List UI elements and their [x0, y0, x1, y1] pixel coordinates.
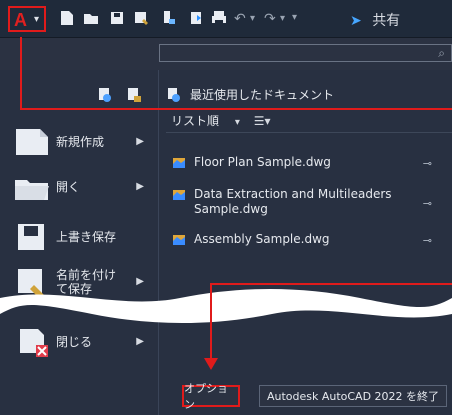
- save-large-icon: [12, 220, 56, 254]
- dwg-file-icon: [173, 190, 185, 200]
- undo-dropdown-icon[interactable]: ▾: [250, 13, 255, 24]
- menu-item-new[interactable]: 新規作成 ▶: [12, 125, 152, 159]
- panel-tabs: [96, 86, 143, 108]
- close-document-icon: [12, 325, 56, 359]
- search-input[interactable]: [160, 45, 434, 63]
- annotation-line: [20, 37, 22, 110]
- chevron-right-icon: ▶: [136, 181, 144, 192]
- recent-documents-icon: [168, 87, 180, 102]
- recent-file-name: Assembly Sample.dwg: [194, 232, 330, 246]
- menu-item-label: 上書き保存: [56, 230, 117, 244]
- chevron-right-icon: ▶: [136, 136, 144, 147]
- sort-controls: リスト順 ▾ ☰▾: [171, 112, 270, 129]
- screenshot-break-wave: [0, 289, 452, 323]
- share-label: 共有: [372, 13, 401, 29]
- menu-item-open[interactable]: 開く ▶: [12, 170, 152, 204]
- annotation-line: [20, 108, 452, 110]
- autocad-logo-icon: A: [14, 10, 27, 30]
- pin-icon[interactable]: ⊸: [423, 197, 432, 210]
- plot-icon[interactable]: [160, 9, 178, 27]
- menu-item-label: 新規作成: [56, 135, 105, 149]
- menu-item-save[interactable]: 上書き保存: [12, 220, 152, 254]
- application-menu-button[interactable]: A ▾: [8, 6, 46, 32]
- sort-order-dropdown[interactable]: リスト順: [171, 114, 219, 128]
- open-documents-tab-icon[interactable]: [125, 86, 143, 104]
- options-button-label: オプション: [184, 382, 228, 411]
- new-file-icon[interactable]: [58, 9, 76, 27]
- share-button[interactable]: ➤ 共有: [350, 10, 400, 30]
- recent-file-item[interactable]: Data Extraction and Multileaders Sample.…: [172, 187, 442, 217]
- recent-documents-title: 最近使用したドキュメント: [166, 86, 334, 103]
- pin-icon[interactable]: ⊸: [423, 157, 432, 170]
- print-icon[interactable]: [210, 9, 228, 27]
- recent-file-item[interactable]: Assembly Sample.dwg ⊸: [172, 232, 442, 247]
- dwg-file-icon: [173, 235, 185, 245]
- open-folder-large-icon: [12, 170, 56, 204]
- recent-documents-label: 最近使用したドキュメント: [190, 88, 335, 102]
- undo-icon[interactable]: ↶: [234, 11, 246, 27]
- quick-access-toolbar: A ▾ ↶ ▾ ↷ ▾ ▾ ➤ 共有: [0, 0, 452, 38]
- recent-file-name: Data Extraction and Multileaders Sample.…: [194, 187, 392, 216]
- dwg-file-icon: [173, 158, 185, 168]
- save-as-icon[interactable]: [132, 9, 150, 27]
- exit-autocad-button[interactable]: Autodesk AutoCAD 2022 を終了: [259, 385, 447, 407]
- open-folder-icon[interactable]: [82, 9, 100, 27]
- recent-file-item[interactable]: Floor Plan Sample.dwg ⊸: [172, 155, 442, 170]
- search-icon[interactable]: ⌕: [438, 46, 445, 61]
- save-icon[interactable]: [108, 9, 126, 27]
- import-icon[interactable]: [188, 9, 206, 27]
- chevron-right-icon: ▶: [136, 336, 144, 347]
- pin-icon[interactable]: ⊸: [423, 234, 432, 247]
- list-view-icon[interactable]: ☰▾: [254, 114, 271, 128]
- menu-item-close[interactable]: 閉じる ▶: [12, 325, 152, 359]
- annotation-arrow-down-icon: [204, 358, 218, 370]
- chevron-down-icon[interactable]: ▾: [235, 117, 240, 128]
- options-button[interactable]: オプション: [182, 382, 240, 411]
- caret-down-icon: ▾: [34, 14, 40, 25]
- recent-file-name: Floor Plan Sample.dwg: [194, 155, 331, 169]
- chevron-right-icon: ▶: [136, 276, 144, 287]
- menu-item-label: 閉じる: [56, 335, 93, 349]
- recent-documents-tab-icon[interactable]: [96, 86, 114, 104]
- annotation-line: [210, 283, 212, 361]
- redo-dropdown-icon[interactable]: ▾: [280, 13, 285, 24]
- redo-icon[interactable]: ↷: [264, 11, 276, 27]
- send-plane-icon: ➤: [350, 13, 362, 29]
- divider: [166, 132, 452, 133]
- exit-button-label: Autodesk AutoCAD 2022 を終了: [266, 390, 440, 403]
- new-document-icon: [12, 125, 56, 159]
- search-bar: ⌕: [159, 44, 452, 63]
- customize-toolbar-icon[interactable]: ▾: [292, 12, 297, 23]
- menu-item-label: 開く: [56, 180, 81, 194]
- annotation-line: [210, 283, 452, 285]
